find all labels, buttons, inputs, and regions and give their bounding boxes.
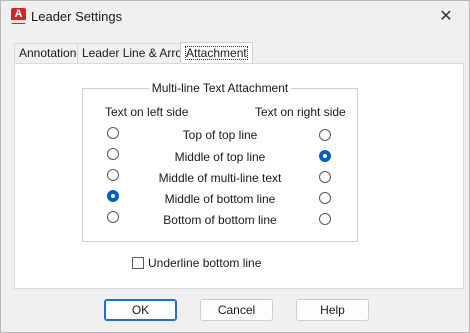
tab-label: Leader Line & Arrow: [82, 46, 191, 60]
option-label: Middle of bottom line: [164, 192, 276, 206]
left-radio-middle-of-multiline-text[interactable]: [107, 169, 119, 181]
tab-attachment[interactable]: Attachment: [180, 42, 253, 64]
right-radio-middle-of-bottom-line[interactable]: [319, 192, 331, 204]
left-radio-middle-of-top-line[interactable]: [107, 148, 119, 160]
underline-bottom-line-checkbox[interactable]: [132, 257, 144, 269]
right-side-header: Text on right side: [255, 105, 346, 119]
tab-leader-line-arrow[interactable]: Leader Line & Arrow: [77, 43, 191, 63]
option-label: Top of top line: [182, 128, 258, 142]
help-button[interactable]: Help: [296, 299, 369, 321]
right-radio-top-of-top-line[interactable]: [319, 129, 331, 141]
window-title: Leader Settings: [31, 9, 123, 24]
right-radio-middle-of-top-line[interactable]: [319, 150, 331, 162]
left-radio-bottom-of-bottom-line[interactable]: [107, 211, 119, 223]
option-label: Bottom of bottom line: [163, 213, 277, 227]
close-icon: ✕: [439, 8, 453, 25]
right-radio-bottom-of-bottom-line[interactable]: [319, 213, 331, 225]
option-label: Middle of multi-line text: [158, 171, 282, 185]
leader-settings-dialog: A Leader Settings ✕ Annotation Leader Li…: [0, 0, 470, 333]
cancel-button[interactable]: Cancel: [200, 299, 273, 321]
left-radio-top-of-top-line[interactable]: [107, 127, 119, 139]
tab-annotation[interactable]: Annotation: [14, 43, 79, 63]
autocad-icon: A: [11, 8, 26, 24]
tab-label: Attachment: [185, 46, 248, 60]
left-side-header: Text on left side: [105, 105, 189, 119]
underline-bottom-line-label: Underline bottom line: [148, 256, 262, 270]
right-radio-middle-of-multiline-text[interactable]: [319, 171, 331, 183]
left-radio-middle-of-bottom-line[interactable]: [107, 190, 119, 202]
multiline-text-attachment-group: Multi-line Text Attachment Text on left …: [82, 81, 358, 242]
tab-label: Annotation: [19, 46, 77, 60]
title-bar: A Leader Settings ✕: [1, 1, 469, 33]
attachment-panel: Multi-line Text Attachment Text on left …: [14, 63, 464, 289]
group-title: Multi-line Text Attachment: [83, 81, 357, 95]
group-title-text: Multi-line Text Attachment: [148, 81, 292, 95]
app-icon-letter: A: [14, 8, 23, 20]
option-label: Middle of top line: [174, 150, 266, 164]
close-button[interactable]: ✕: [423, 1, 469, 33]
ok-button[interactable]: OK: [104, 299, 177, 321]
